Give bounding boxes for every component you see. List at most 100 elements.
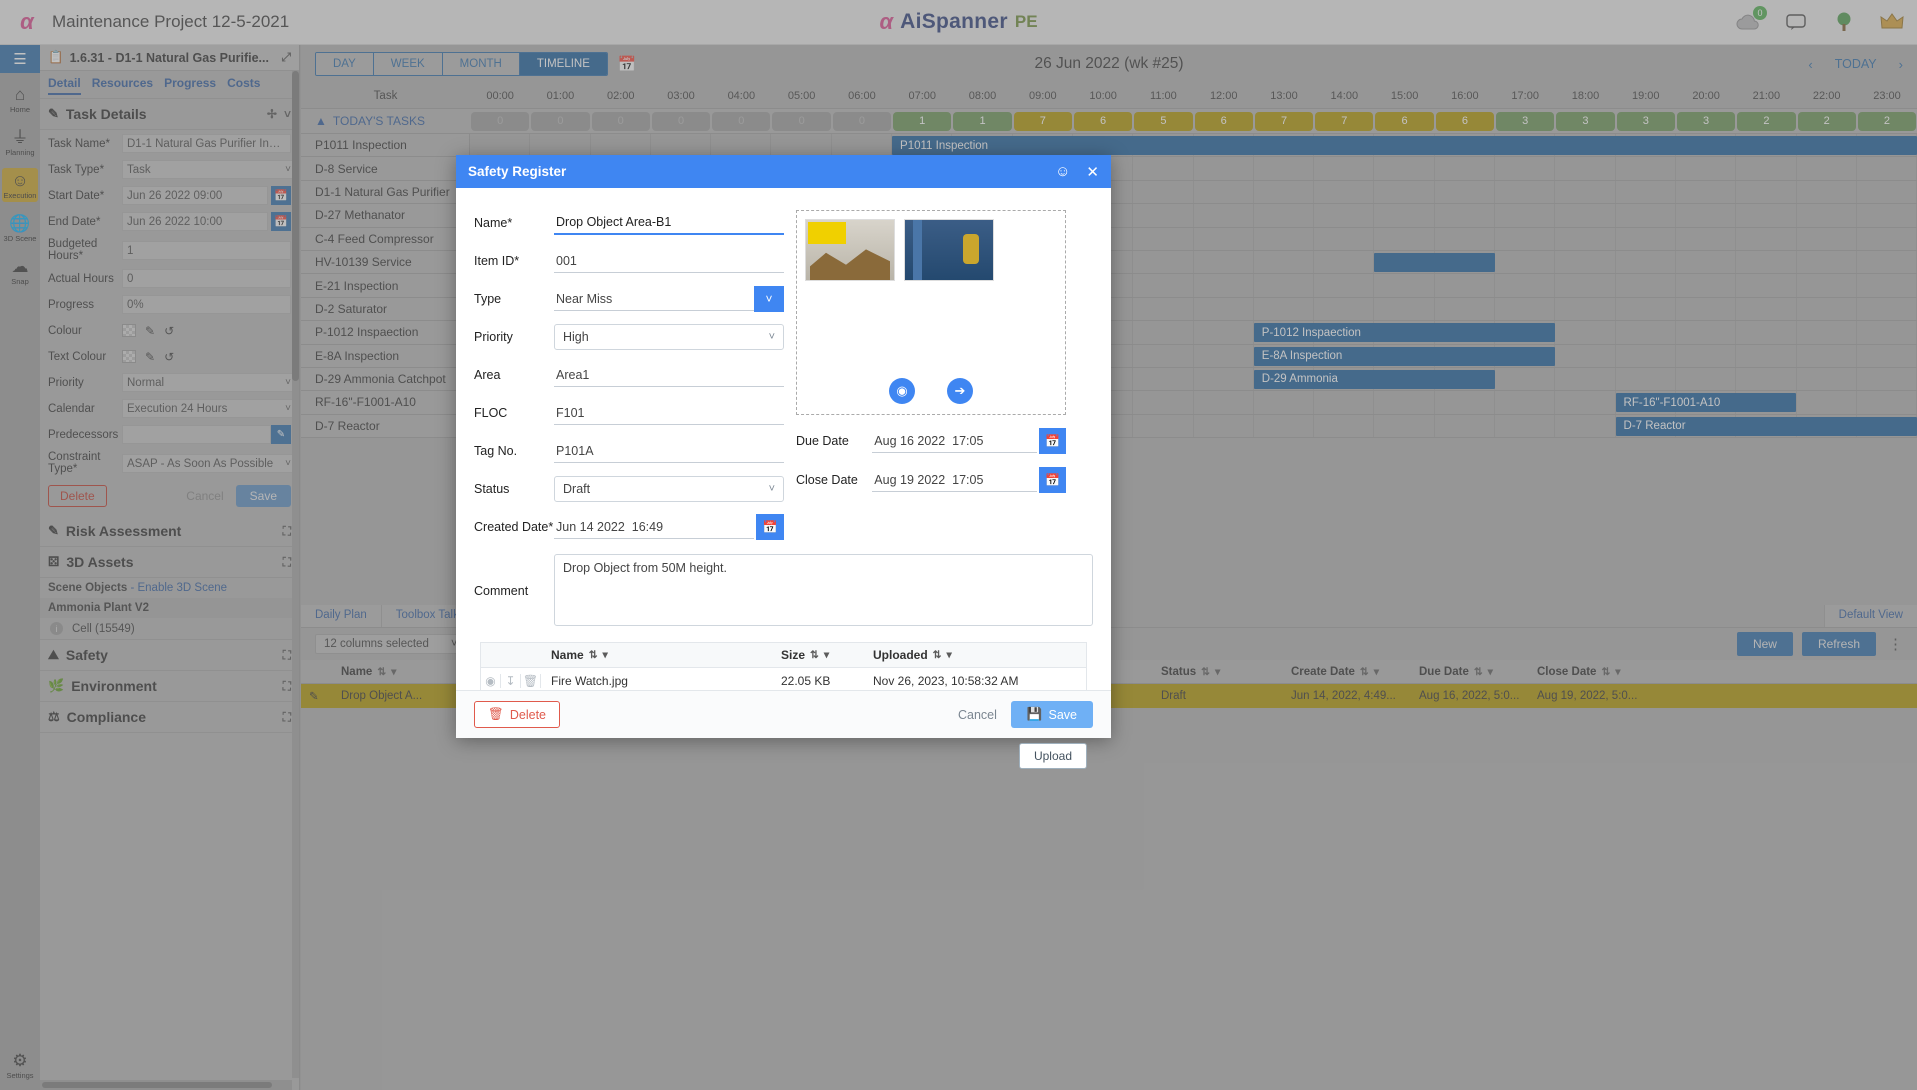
start-date-input[interactable]: Jun 26 2022 09:00 bbox=[122, 186, 268, 205]
compliance-section[interactable]: ⚖ Compliance ⛶ bbox=[40, 702, 299, 733]
col-uploaded[interactable]: Uploaded ⇅ ▾ bbox=[865, 648, 1086, 662]
col-close-date[interactable]: Close Date ⇅ ▾ bbox=[1529, 666, 1917, 678]
calendar-icon[interactable]: 📅 bbox=[271, 186, 291, 205]
dialog-cancel-button[interactable]: Cancel bbox=[958, 708, 997, 722]
sort-icon[interactable]: ⇅ bbox=[1360, 666, 1369, 678]
row-edit-icon[interactable]: ✎ bbox=[301, 689, 333, 703]
camera-icon[interactable]: ◉ bbox=[889, 378, 915, 404]
type-dropdown-button[interactable]: ˅ bbox=[754, 286, 784, 312]
gantt-bar[interactable]: D-29 Ammonia bbox=[1254, 370, 1495, 389]
next-day-button[interactable]: › bbox=[1899, 57, 1903, 72]
calendar-select[interactable]: Execution 24 Hours bbox=[122, 399, 300, 418]
reset-icon[interactable]: ↺ bbox=[164, 350, 174, 364]
name-input[interactable] bbox=[554, 211, 784, 235]
priority-select[interactable]: High ˅ bbox=[554, 324, 784, 350]
view-week-button[interactable]: WEEK bbox=[374, 53, 443, 75]
new-record-button[interactable]: New bbox=[1737, 632, 1793, 656]
filter-icon[interactable]: ▾ bbox=[1488, 666, 1493, 678]
more-options-icon[interactable]: ⋮ bbox=[1888, 635, 1903, 653]
area-input[interactable] bbox=[554, 363, 784, 387]
chevron-down-icon[interactable]: ˅ bbox=[284, 107, 291, 121]
pencil-icon[interactable]: ✎ bbox=[271, 425, 291, 444]
todays-tasks-label-wrap[interactable]: ▲ TODAY'S TASKS bbox=[301, 114, 470, 128]
move-icon[interactable]: ✢ bbox=[267, 107, 277, 121]
filter-icon[interactable]: ▾ bbox=[824, 649, 829, 661]
view-month-button[interactable]: MONTH bbox=[443, 53, 520, 75]
pencil-icon[interactable]: ✎ bbox=[145, 350, 155, 364]
environment-section[interactable]: 🌿 Environment ⛶ bbox=[40, 671, 299, 702]
user-icon[interactable]: ☺ bbox=[1055, 163, 1070, 180]
cancel-task-button[interactable]: Cancel bbox=[186, 489, 223, 503]
rail-item-snap[interactable]: ☁ Snap bbox=[2, 254, 38, 288]
expand-icon[interactable]: ⛶ bbox=[283, 524, 291, 539]
col-file-name[interactable]: Name ⇅ ▾ bbox=[543, 648, 773, 662]
task-type-select[interactable]: Task bbox=[122, 160, 300, 179]
priority-select[interactable]: Normal bbox=[122, 373, 300, 392]
rail-item-execution[interactable]: ☺ Execution bbox=[2, 168, 38, 202]
due-date-input[interactable] bbox=[872, 429, 1037, 453]
gantt-bar[interactable] bbox=[1374, 253, 1495, 272]
refresh-button[interactable]: Refresh bbox=[1802, 632, 1876, 656]
collapse-icon[interactable]: ⤢ bbox=[281, 50, 291, 65]
delete-icon[interactable]: 🗑 bbox=[521, 674, 541, 688]
filter-icon[interactable]: ▾ bbox=[1615, 666, 1620, 678]
view-timeline-button[interactable]: TIMELINE bbox=[520, 53, 607, 75]
tab-progress[interactable]: Progress bbox=[164, 76, 216, 95]
calendar-icon[interactable]: 📅 bbox=[756, 514, 784, 540]
gantt-bar[interactable]: E-8A Inspection bbox=[1254, 347, 1555, 366]
close-icon[interactable]: ✕ bbox=[1086, 163, 1099, 181]
dialog-delete-button[interactable]: 🗑 Delete bbox=[474, 701, 560, 728]
gantt-bar[interactable]: RF-16"-F1001-A10 bbox=[1616, 393, 1797, 412]
worker-scaffold-thumbnail[interactable] bbox=[904, 219, 994, 281]
gantt-row[interactable]: P1011 InspectionP1011 Inspection bbox=[301, 134, 1917, 157]
item-id-input[interactable] bbox=[554, 249, 784, 273]
gantt-bar[interactable]: P1011 Inspection bbox=[892, 136, 1917, 155]
left-panel-hscrollbar[interactable] bbox=[40, 1080, 292, 1090]
column-selector[interactable]: 12 columns selected ˅ bbox=[315, 634, 467, 654]
tag-no-input[interactable] bbox=[554, 439, 784, 463]
filter-icon[interactable]: ▾ bbox=[1374, 666, 1379, 678]
sort-icon[interactable]: ⇅ bbox=[377, 666, 386, 678]
sort-icon[interactable]: ⇅ bbox=[589, 649, 598, 661]
col-file-size[interactable]: Size ⇅ ▾ bbox=[773, 648, 865, 662]
gantt-bar[interactable]: P-1012 Inspaection bbox=[1254, 323, 1555, 342]
view-day-button[interactable]: DAY bbox=[316, 53, 374, 75]
image-dropzone[interactable]: ◉ ➔ bbox=[796, 210, 1066, 415]
rail-item-home[interactable]: ⌂ Home bbox=[2, 82, 38, 116]
menu-icon[interactable]: ☰ bbox=[0, 45, 40, 73]
col-name[interactable]: Name ⇅ ▾ bbox=[333, 666, 453, 678]
chat-icon[interactable] bbox=[1781, 8, 1811, 36]
col-create-date[interactable]: Create Date ⇅ ▾ bbox=[1283, 666, 1411, 678]
calendar-icon[interactable]: 📅 bbox=[618, 55, 637, 73]
type-input[interactable] bbox=[554, 287, 754, 311]
rail-item-planning[interactable]: ⏚ Planning bbox=[2, 125, 38, 159]
colour-swatch[interactable] bbox=[122, 324, 136, 337]
filter-icon[interactable]: ▾ bbox=[1215, 666, 1220, 678]
safety-section[interactable]: ⛰ Safety ⛶ bbox=[40, 640, 299, 671]
expand-icon[interactable]: ⛶ bbox=[283, 679, 291, 694]
comment-textarea[interactable]: Drop Object from 50M height. bbox=[554, 554, 1093, 626]
dialog-save-button[interactable]: 💾 Save bbox=[1011, 701, 1093, 728]
end-date-input[interactable]: Jun 26 2022 10:00 bbox=[122, 212, 268, 231]
filter-icon[interactable]: ▾ bbox=[391, 666, 396, 678]
enable-3d-scene-link[interactable]: - Enable 3D Scene bbox=[130, 582, 227, 594]
cloud-icon[interactable]: 0 bbox=[1733, 8, 1763, 36]
today-button[interactable]: TODAY bbox=[1835, 57, 1877, 71]
created-date-input[interactable] bbox=[554, 515, 754, 539]
expand-icon[interactable]: ⛶ bbox=[283, 710, 291, 725]
rail-item-3d-scene[interactable]: 🌐 3D Scene bbox=[2, 211, 38, 245]
actual-hours-input[interactable]: 0 bbox=[122, 269, 291, 288]
reset-icon[interactable]: ↺ bbox=[164, 324, 174, 338]
sort-icon[interactable]: ⇅ bbox=[1601, 666, 1610, 678]
filter-icon[interactable]: ▾ bbox=[603, 649, 608, 661]
tree-icon[interactable] bbox=[1829, 8, 1859, 36]
safety-poster-thumbnail[interactable] bbox=[805, 219, 895, 281]
text-colour-swatch[interactable] bbox=[122, 350, 136, 363]
calendar-icon[interactable]: 📅 bbox=[271, 212, 291, 231]
budgeted-hours-input[interactable]: 1 bbox=[122, 241, 291, 260]
status-select[interactable]: Draft ˅ bbox=[554, 476, 784, 502]
col-due-date[interactable]: Due Date ⇅ ▾ bbox=[1411, 666, 1529, 678]
calendar-icon[interactable]: 📅 bbox=[1039, 467, 1066, 493]
gantt-bar[interactable]: D-7 Reactor bbox=[1616, 417, 1917, 436]
rail-item-settings[interactable]: ⚙ Settings bbox=[2, 1051, 38, 1080]
